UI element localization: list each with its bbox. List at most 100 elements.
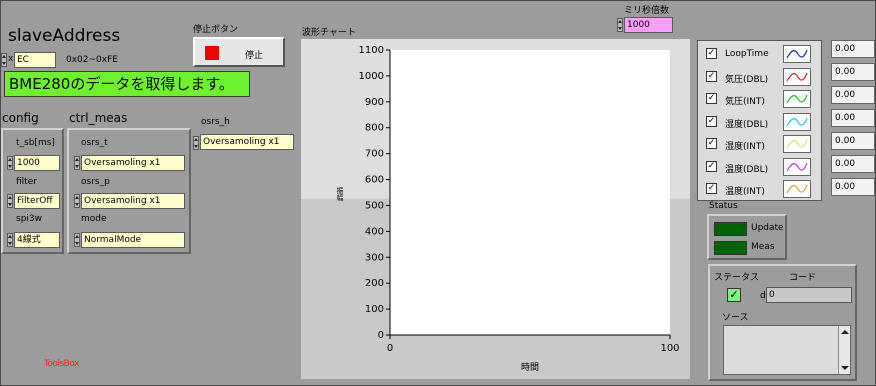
- legend-label: 湿度(INT): [725, 142, 765, 152]
- legend-item[interactable]: ✓ 気圧(DBL): [703, 67, 825, 87]
- legend-item[interactable]: ✓ 温度(DBL): [703, 157, 825, 177]
- error-source-field[interactable]: [723, 325, 851, 375]
- legend-visibility-checkbox[interactable]: ✓: [706, 138, 717, 149]
- check-icon: ✓: [707, 115, 716, 126]
- check-icon: ✓: [707, 138, 716, 148]
- error-status-label: ステータス: [714, 273, 760, 283]
- x-tick-label: 100: [660, 343, 679, 354]
- legend-visibility-checkbox[interactable]: ✓: [706, 183, 717, 194]
- osrs-p-select[interactable]: Oversamoling x1: [81, 193, 185, 209]
- y-tick-label: 100: [365, 304, 384, 315]
- ctrl-meas-title: ctrl_meas: [69, 111, 128, 125]
- y-tick-label: 0: [378, 330, 384, 341]
- slave-address-spinner[interactable]: [1, 53, 7, 67]
- legend-label: 温度(DBL): [725, 164, 769, 175]
- legend-swatch[interactable]: [783, 112, 811, 131]
- legend-visibility-checkbox[interactable]: ✓: [706, 115, 717, 127]
- t-sb-spinner[interactable]: [7, 156, 13, 170]
- scroll-down-icon[interactable]: [841, 366, 849, 370]
- meas-label: Meas: [751, 242, 775, 252]
- numeric-indicator: 0.00: [831, 40, 875, 58]
- filter-select[interactable]: FilterOff: [14, 193, 60, 209]
- ctrl-meas-cluster: osrs_t Oversamoling x1 osrs_p Oversamoli…: [67, 128, 191, 254]
- osrs-p-spinner[interactable]: [74, 194, 80, 208]
- toolbox-label: ToolsBox: [44, 359, 79, 369]
- stop-indicator-icon: [205, 46, 219, 60]
- legend-item[interactable]: ✓ LoopTime: [703, 44, 825, 64]
- scroll-up-icon[interactable]: [841, 330, 849, 334]
- legend-item[interactable]: ✓ 温度(INT): [703, 179, 825, 199]
- osrs-t-select[interactable]: Oversamoling x1: [81, 155, 185, 171]
- numeric-indicator: 0.00: [831, 109, 875, 127]
- legend-label: LoopTime: [725, 49, 769, 59]
- legend-visibility-checkbox[interactable]: ✓: [706, 70, 717, 82]
- error-status-checkbox[interactable]: ✓: [727, 288, 741, 302]
- legend-label: 気圧(DBL): [725, 74, 769, 85]
- legend-label: 気圧(INT): [725, 97, 765, 107]
- legend-item[interactable]: ✓ 湿度(INT): [703, 134, 825, 154]
- numeric-indicator: 0.00: [831, 132, 875, 150]
- legend-item[interactable]: ✓ 湿度(DBL): [703, 112, 825, 132]
- spi3w-select[interactable]: 4線式: [14, 232, 60, 248]
- filter-spinner[interactable]: [7, 194, 13, 208]
- legend-visibility-checkbox[interactable]: ✓: [706, 48, 717, 59]
- slave-address-input[interactable]: EC: [14, 52, 56, 68]
- slave-address-range: 0x02~0xFE: [66, 55, 118, 65]
- legend-label: 湿度(DBL): [725, 119, 769, 130]
- error-code-label: コード: [789, 273, 817, 283]
- error-source-label: ソース: [722, 313, 749, 323]
- numeric-indicator: 0.00: [831, 178, 875, 196]
- t-sb-input[interactable]: 1000: [14, 155, 60, 171]
- stop-button[interactable]: 停止: [193, 37, 285, 67]
- plot-area: [390, 50, 670, 335]
- slave-address-title: slaveAddress: [8, 26, 121, 46]
- legend-swatch[interactable]: [783, 45, 811, 63]
- t-sb-label: t_sb[ms]: [16, 138, 55, 148]
- status-title: Status: [709, 201, 738, 211]
- check-icon: ✓: [707, 183, 716, 193]
- y-tick-label: 200: [365, 278, 384, 289]
- update-led: [714, 222, 747, 236]
- error-cluster: ステータス コード ✓ d 0 ソース: [708, 264, 857, 381]
- legend-swatch[interactable]: [783, 180, 811, 198]
- error-code-radix: d: [760, 291, 766, 301]
- mode-select[interactable]: NormalMode: [81, 232, 185, 248]
- ms-multiplier-spinner[interactable]: [617, 18, 623, 32]
- x-tick-label: 0: [387, 343, 393, 354]
- config-cluster: t_sb[ms] 1000 filter FilterOff spi3w 4線式: [1, 128, 64, 254]
- legend-visibility-checkbox[interactable]: ✓: [706, 160, 717, 172]
- osrs-p-label: osrs_p: [81, 177, 110, 187]
- y-axis-label: 振幅: [336, 187, 344, 201]
- source-scrollbar[interactable]: [838, 326, 850, 374]
- error-code-field[interactable]: 0: [766, 287, 852, 303]
- ms-multiplier-input[interactable]: 1000: [624, 17, 673, 33]
- numeric-indicator: 0.00: [831, 86, 875, 104]
- ms-multiplier-label: ミリ秒倍数: [624, 6, 670, 16]
- y-tick-label: 400: [365, 226, 384, 237]
- osrs-h-select[interactable]: Oversamoling x1: [200, 134, 294, 150]
- osrs-t-spinner[interactable]: [74, 156, 80, 170]
- legend-swatch[interactable]: [783, 90, 811, 108]
- stop-button-caption: 停止ボタン: [193, 25, 239, 35]
- osrs-h-spinner[interactable]: [193, 136, 199, 150]
- legend-item[interactable]: ✓ 気圧(INT): [703, 89, 825, 109]
- x-axis-label: 時間: [521, 363, 540, 373]
- filter-label: filter: [16, 177, 37, 187]
- osrs-h-label: osrs_h: [201, 117, 230, 127]
- y-tick-label: 700: [365, 149, 384, 160]
- waveform-chart: 0 100 200 300 400 500 600 700 800 900 1000 1100 0 100…: [301, 39, 690, 379]
- legend-label: 温度(INT): [725, 187, 765, 197]
- numeric-indicator: 0.00: [831, 63, 875, 81]
- y-tick-label: 500: [365, 200, 384, 211]
- legend-swatch[interactable]: [783, 67, 811, 86]
- legend-visibility-checkbox[interactable]: ✓: [706, 93, 717, 104]
- spi3w-spinner[interactable]: [7, 233, 13, 247]
- chart-title: 波形チャート: [302, 28, 356, 38]
- check-icon: ✓: [707, 160, 716, 171]
- plot-legend: ✓ LoopTime ✓ 気圧(DBL) ✓ 気圧(INT) ✓ 湿度(DBL) ✓ 湿度(INT…: [697, 40, 822, 201]
- legend-swatch[interactable]: [783, 157, 811, 176]
- meas-led: [714, 241, 747, 255]
- osrs-t-label: osrs_t: [81, 138, 108, 148]
- legend-swatch[interactable]: [783, 135, 811, 153]
- mode-spinner[interactable]: [74, 233, 80, 247]
